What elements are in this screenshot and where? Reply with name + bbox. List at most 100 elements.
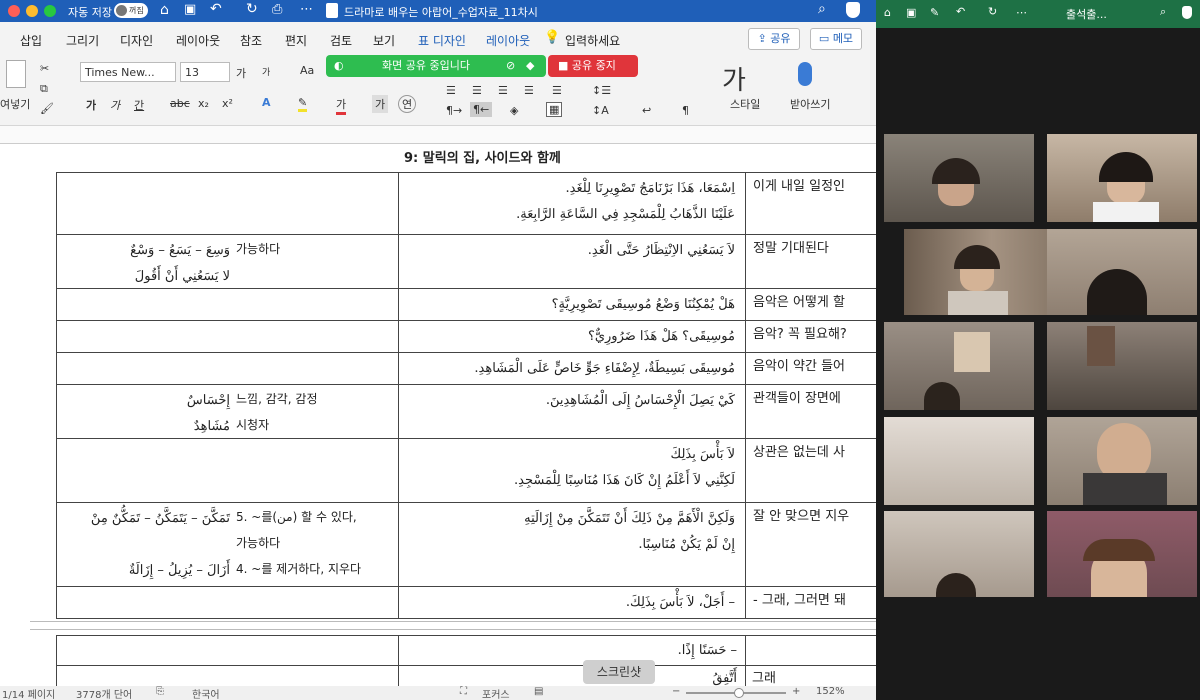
microphone-icon[interactable] bbox=[798, 62, 812, 86]
ruler[interactable] bbox=[0, 126, 876, 144]
autosave-toggle[interactable]: 꺼짐 bbox=[114, 3, 148, 18]
print-icon[interactable]: ⎙ bbox=[272, 2, 282, 17]
font-name-select[interactable]: Times New... bbox=[80, 62, 176, 82]
edit-icon[interactable]: ✎ bbox=[930, 6, 939, 19]
align-left-icon[interactable]: ☰ bbox=[446, 84, 456, 97]
participant-video-2[interactable] bbox=[1047, 134, 1197, 222]
page-count[interactable]: 1/14 페이지 bbox=[2, 686, 55, 700]
share-button[interactable]: ⇪ 공유 bbox=[748, 28, 800, 50]
cut-icon[interactable]: ✂ bbox=[40, 62, 49, 75]
menu-table-layout[interactable]: 레이아웃 bbox=[486, 32, 530, 49]
bold-button[interactable]: 가 bbox=[86, 97, 96, 113]
home-icon[interactable]: ⌂ bbox=[160, 2, 169, 18]
save-icon[interactable]: ▣ bbox=[906, 6, 916, 19]
highlight-icon[interactable]: ✎ bbox=[298, 96, 308, 112]
mic-muted-icon[interactable]: ⊘ bbox=[506, 55, 515, 77]
maximize-window-icon[interactable] bbox=[44, 5, 56, 17]
shading-icon[interactable]: 가 bbox=[372, 95, 389, 113]
menu-view[interactable]: 보기 bbox=[373, 32, 395, 49]
proofing-icon[interactable]: ⎘ bbox=[156, 686, 164, 697]
menu-design[interactable]: 디자인 bbox=[120, 32, 153, 49]
rtl-icon[interactable]: ¶← bbox=[470, 102, 493, 117]
participant-video-4[interactable] bbox=[1047, 229, 1197, 315]
paste-label[interactable]: 여넣기 bbox=[0, 96, 30, 112]
participant-video-8[interactable] bbox=[1047, 417, 1197, 505]
align-right-icon[interactable]: ☰ bbox=[498, 84, 508, 97]
subscript-button[interactable]: x₂ bbox=[198, 97, 209, 110]
home-icon[interactable]: ⌂ bbox=[884, 6, 891, 19]
search-icon[interactable]: ⌕ bbox=[1160, 5, 1166, 19]
minimize-window-icon[interactable] bbox=[26, 5, 38, 17]
grow-font-button[interactable]: 가 bbox=[236, 65, 246, 81]
more-icon[interactable]: ⋯ bbox=[1016, 6, 1027, 19]
redo-icon[interactable]: ↻ bbox=[246, 1, 258, 17]
undo-icon[interactable]: ↶ bbox=[956, 5, 965, 18]
participant-video-7[interactable] bbox=[884, 417, 1034, 505]
distribute-icon[interactable]: ☰ bbox=[552, 84, 562, 97]
word-count[interactable]: 3778개 단어 bbox=[76, 686, 132, 700]
participant-video-10[interactable] bbox=[1047, 511, 1197, 597]
style-gallery-icon[interactable]: 가 bbox=[722, 60, 746, 97]
participant-video-6[interactable] bbox=[1047, 322, 1197, 410]
account-icon[interactable] bbox=[846, 2, 860, 18]
zoom-level[interactable]: 152% bbox=[816, 686, 845, 697]
strikethrough-button[interactable]: abc bbox=[170, 97, 190, 110]
redo-icon[interactable]: ↻ bbox=[988, 5, 997, 18]
menu-insert[interactable]: 삽입 bbox=[20, 32, 42, 49]
zoom-in-icon[interactable]: + bbox=[792, 686, 800, 697]
focus-icon[interactable]: ⛶ bbox=[460, 686, 467, 697]
account-icon[interactable] bbox=[1182, 6, 1192, 19]
memo-button[interactable]: ▭ 메모 bbox=[810, 28, 862, 50]
menu-layout[interactable]: 레이아웃 bbox=[176, 32, 220, 49]
zoom-slider[interactable] bbox=[686, 688, 786, 698]
sort-icon[interactable]: ↕A bbox=[592, 104, 609, 117]
copy-icon[interactable]: ⧉ bbox=[40, 82, 48, 96]
underline-button[interactable]: 간 bbox=[134, 97, 144, 113]
align-center-icon[interactable]: ☰ bbox=[472, 84, 482, 97]
font-size-select[interactable]: 13 bbox=[180, 62, 230, 82]
font-color-icon[interactable]: 가 bbox=[336, 96, 347, 115]
line-spacing-icon[interactable]: ↕☰ bbox=[592, 84, 611, 97]
participant-video-9[interactable] bbox=[884, 511, 1034, 597]
paste-icon[interactable] bbox=[6, 60, 26, 88]
search-icon[interactable]: ⌕ bbox=[818, 1, 826, 17]
menu-mailings[interactable]: 편지 bbox=[285, 32, 307, 49]
print-layout-icon[interactable]: ▤ bbox=[534, 686, 543, 697]
table-line bbox=[56, 320, 57, 352]
focus-label[interactable]: 포커스 bbox=[482, 686, 510, 700]
close-window-icon[interactable] bbox=[8, 5, 20, 17]
participant-video-3[interactable] bbox=[904, 229, 1050, 315]
enclose-char-icon[interactable]: 연 bbox=[398, 95, 417, 113]
participant-hair bbox=[1099, 152, 1153, 182]
paragraph-mark-icon[interactable]: ↩ bbox=[642, 104, 651, 117]
style-label[interactable]: 스타일 bbox=[730, 96, 760, 112]
text-effects-icon[interactable]: A bbox=[262, 96, 271, 109]
document-body[interactable]: 9: 말릭의 집, 사이드와 함께 اِسْمَعَا، هَذَا بَرْن… bbox=[0, 144, 876, 686]
dictate-label[interactable]: 받아쓰기 bbox=[790, 96, 830, 112]
menu-draw[interactable]: 그리기 bbox=[66, 32, 99, 49]
more-icon[interactable]: ⋯ bbox=[300, 2, 313, 17]
arabic-text: هَلْ يُمْكِنُنَا وَضْعُ مُوسِيقَى تَصْوِ… bbox=[551, 297, 735, 312]
stop-share-button[interactable]: ■ 공유 중지 bbox=[548, 55, 638, 77]
menu-review[interactable]: 검토 bbox=[330, 32, 352, 49]
zoom-out-icon[interactable]: − bbox=[672, 686, 680, 697]
fill-icon[interactable]: ◈ bbox=[510, 104, 518, 117]
italic-button[interactable]: 가 bbox=[110, 97, 120, 113]
menu-search[interactable]: 입력하세요 bbox=[565, 32, 620, 49]
save-icon[interactable]: ▣ bbox=[184, 2, 196, 17]
format-painter-icon[interactable]: 🖌 bbox=[40, 102, 54, 115]
show-marks-icon[interactable]: ¶ bbox=[682, 104, 689, 117]
participant-video-5[interactable] bbox=[884, 322, 1034, 410]
shrink-font-button[interactable]: 가 bbox=[262, 65, 270, 78]
menu-references[interactable]: 참조 bbox=[240, 32, 262, 49]
ltr-icon[interactable]: ¶→ bbox=[446, 104, 462, 117]
justify-icon[interactable]: ☰ bbox=[524, 84, 534, 97]
menu-table-design[interactable]: 표 디자인 bbox=[418, 32, 466, 49]
change-case-button[interactable]: Aa bbox=[300, 64, 314, 77]
participant-video-1[interactable] bbox=[884, 134, 1034, 222]
zoom-slider-knob[interactable] bbox=[734, 688, 744, 698]
language[interactable]: 한국어 bbox=[192, 686, 220, 700]
undo-icon[interactable]: ↶ bbox=[210, 1, 222, 17]
borders-icon[interactable]: ▦ bbox=[546, 102, 563, 117]
superscript-button[interactable]: x² bbox=[222, 97, 233, 110]
